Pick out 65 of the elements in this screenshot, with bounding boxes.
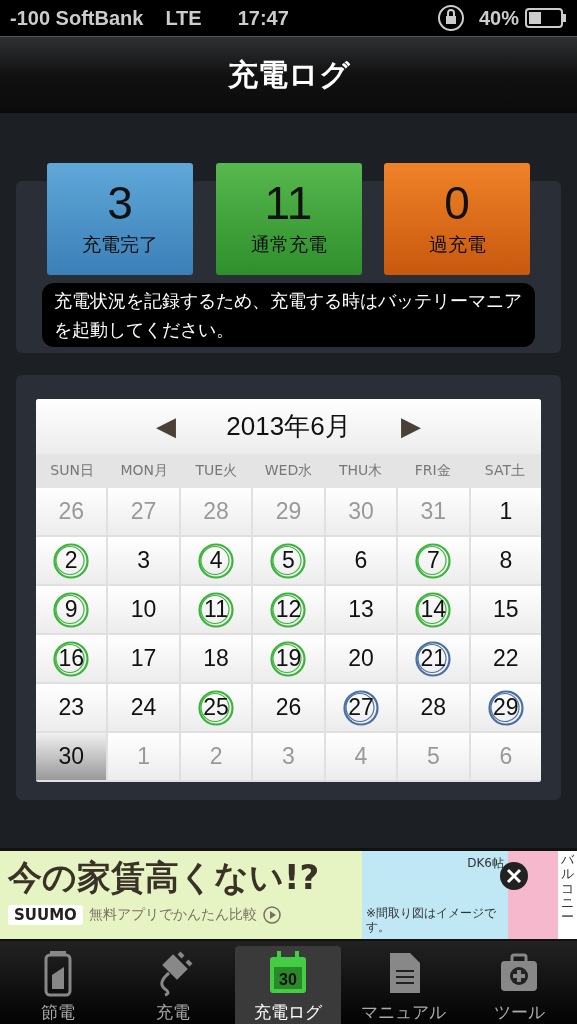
battery-icon <box>525 8 567 28</box>
calendar-day[interactable]: 23 <box>36 684 107 731</box>
count-text: 3 <box>107 180 133 226</box>
calendar-day[interactable]: 24 <box>108 684 179 731</box>
month-title: 2013年6月 <box>226 410 351 443</box>
calendar-day[interactable]: 8 <box>470 537 541 584</box>
carrier-text: -100 SoftBank <box>10 6 144 30</box>
ad-brand-logo: SUUMO <box>8 905 83 925</box>
calendar-day[interactable]: 12 <box>253 586 324 633</box>
calendar-day[interactable]: 22 <box>470 635 541 682</box>
calendar-day[interactable]: 18 <box>180 635 252 682</box>
count-text: 11 <box>264 180 313 226</box>
calendar-day[interactable]: 4 <box>180 537 252 584</box>
previous-month-button[interactable]: ◀ <box>156 411 177 442</box>
ad-note: ※間取り図はイメージです。 <box>366 907 498 935</box>
next-month-button[interactable]: ▶ <box>400 411 421 442</box>
tab-bar-item[interactable]: マニュアル <box>350 945 457 1024</box>
rotation-lock-icon <box>436 4 467 32</box>
weekday-label: TUE火 <box>194 462 239 480</box>
calendar-day[interactable]: 16 <box>36 635 107 682</box>
calendar-day[interactable]: 10 <box>108 586 179 633</box>
calendar-day[interactable]: 26 <box>253 684 324 731</box>
weekday-label: MON月 <box>119 462 169 480</box>
weekday-label: WED水 <box>263 462 314 480</box>
tab-bar-item[interactable]: 30 充電ログ <box>235 945 342 1024</box>
weekday-label: SUN日 <box>49 462 95 480</box>
count-text: 0 <box>444 180 470 226</box>
calendar-day[interactable]: 21 <box>398 635 469 682</box>
calendar-day[interactable]: 13 <box>325 586 397 633</box>
calendar-day[interactable]: 17 <box>108 635 179 682</box>
weekday-label: SAT土 <box>483 462 526 480</box>
calendar-day[interactable]: 1 <box>470 488 541 535</box>
ad-tagline: 無料アプリでかんたん比較 <box>88 906 257 924</box>
tile-label: 過充電 <box>428 232 486 257</box>
ad-banner[interactable]: 今の家賃高くない!? SUUMO 無料アプリでかんたん比較 DK6帖 ※間取り図はイメージです。 バルコニー <box>0 848 577 941</box>
play-icon <box>262 906 281 924</box>
room-label: DK6帖 <box>467 855 504 872</box>
tab-bar-item[interactable]: 節電 <box>4 945 111 1024</box>
balcony-label: バルコニー <box>558 851 577 939</box>
calendar-day[interactable]: 15 <box>470 586 541 633</box>
calendar-day[interactable]: 28 <box>398 684 469 731</box>
calendar-day[interactable]: 9 <box>36 586 107 633</box>
calendar-day[interactable]: 6 <box>325 537 397 584</box>
calendar-day[interactable]: 20 <box>325 635 397 682</box>
notice-text: 充電状況を記録するため、充電する時はバッテリーマニアを起動してください。 <box>42 283 535 347</box>
tile-label: 通常充電 <box>250 232 327 257</box>
tile-label: 充電完了 <box>82 232 158 257</box>
time-text: 17:47 <box>237 6 289 30</box>
weekday-label: FRI金 <box>413 462 452 480</box>
battery-percent-text: 40% <box>478 6 519 30</box>
screen-title: 充電ログ <box>227 55 350 94</box>
calendar-day[interactable]: 5 <box>253 537 324 584</box>
tab-bar-item[interactable]: ツール <box>466 945 573 1024</box>
calendar-day[interactable]: 11 <box>180 586 252 633</box>
ad-headline: 今の家賃高くない!? <box>8 856 321 899</box>
calendar-day[interactable]: 30 <box>36 733 107 780</box>
network-text: LTE <box>165 6 202 30</box>
tab-bar-item[interactable]: 充電 <box>120 945 227 1024</box>
weekday-label: THU木 <box>337 462 384 480</box>
calendar-day[interactable]: 29 <box>470 684 541 731</box>
calendar-day[interactable]: 7 <box>398 537 469 584</box>
calendar-day[interactable]: 2 <box>36 537 107 584</box>
calendar-day[interactable]: 3 <box>108 537 179 584</box>
calendar-day[interactable]: 27 <box>325 684 397 731</box>
calendar-day[interactable]: 25 <box>180 684 252 731</box>
